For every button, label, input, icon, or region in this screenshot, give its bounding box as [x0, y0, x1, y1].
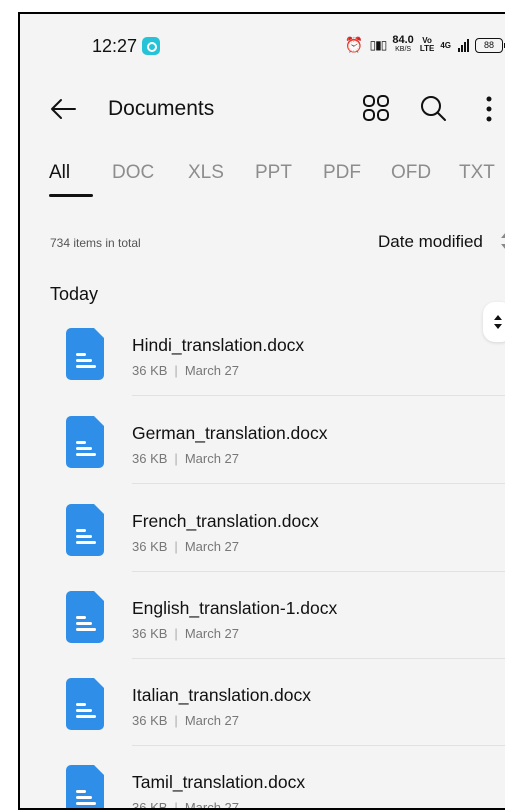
search-icon[interactable]	[418, 93, 448, 123]
file-meta: 36 KB | March 27	[132, 713, 239, 728]
network-speed: 84.0 KB/S	[392, 34, 414, 54]
sort-button[interactable]: Date modified	[378, 232, 483, 252]
more-options-icon[interactable]	[482, 94, 496, 124]
meta-separator: |	[174, 626, 178, 641]
items-total-count: 734 items in total	[50, 236, 141, 250]
file-date: March 27	[184, 539, 240, 554]
battery-icon: 88	[475, 37, 505, 53]
file-meta: 36 KB | March 27	[132, 451, 239, 466]
app-notification-icon	[142, 37, 160, 55]
sort-order-icon[interactable]	[500, 230, 505, 252]
file-list-item[interactable]: Hindi_translation.docx 36 KB | March 27	[20, 310, 505, 396]
tab-all[interactable]: All	[49, 162, 70, 184]
file-date: March 27	[184, 626, 240, 641]
tab-txt[interactable]: TXT	[459, 162, 495, 184]
file-name: English_translation-1.docx	[132, 598, 338, 618]
file-list-item[interactable]: German_translation.docx 36 KB | March 27	[20, 398, 505, 484]
status-icons: ⏰ ▯▮▯ 84.0 KB/S Vo LTE 4G 88	[344, 34, 505, 56]
file-size: 36 KB	[132, 539, 168, 554]
file-name: Hindi_translation.docx	[132, 335, 305, 355]
row-divider	[132, 395, 505, 396]
network-type: 4G	[440, 40, 451, 50]
meta-separator: |	[174, 451, 178, 466]
docx-file-icon	[66, 765, 104, 808]
file-date: March 27	[184, 363, 240, 378]
signal-icon	[458, 38, 469, 52]
file-size: 36 KB	[132, 626, 168, 641]
file-list-item[interactable]: English_translation-1.docx 36 KB | March 2…	[20, 573, 505, 659]
app-toolbar: Documents	[20, 84, 505, 134]
back-arrow-icon[interactable]	[48, 94, 78, 124]
row-divider	[132, 745, 505, 746]
docx-file-icon	[66, 678, 104, 730]
docx-file-icon	[66, 591, 104, 643]
page-title: Documents	[108, 97, 215, 120]
file-size: 36 KB	[132, 363, 168, 378]
file-name: Tamil_translation.docx	[132, 772, 306, 792]
grid-view-icon[interactable]	[362, 94, 390, 122]
tab-ppt[interactable]: PPT	[255, 162, 292, 184]
section-title-today: Today	[50, 284, 99, 304]
row-divider	[132, 571, 505, 572]
tab-ofd[interactable]: OFD	[391, 162, 431, 184]
volte-icon: Vo LTE	[420, 37, 435, 53]
file-list-item[interactable]: Italian_translation.docx 36 KB | March 27	[20, 660, 505, 746]
status-bar: 12:27 ⏰ ▯▮▯ 84.0 KB/S Vo LTE 4G 88	[20, 14, 505, 74]
file-date: March 27	[184, 713, 240, 728]
file-manager-screen: 12:27 ⏰ ▯▮▯ 84.0 KB/S Vo LTE 4G 88 Docum…	[18, 12, 505, 810]
file-size: 36 KB	[132, 451, 168, 466]
alarm-icon: ⏰	[344, 37, 364, 54]
active-tab-indicator	[49, 194, 93, 197]
file-list-item[interactable]: French_translation.docx 36 KB | March 27	[20, 486, 505, 572]
file-meta: 36 KB | March 27	[132, 539, 239, 554]
tab-doc[interactable]: DOC	[112, 162, 154, 184]
status-time: 12:27	[92, 36, 138, 56]
network-speed-unit: KB/S	[395, 46, 412, 53]
meta-separator: |	[174, 539, 178, 554]
docx-file-icon	[66, 504, 104, 556]
meta-separator: |	[174, 713, 178, 728]
docx-file-icon	[66, 328, 104, 380]
tab-pdf[interactable]: PDF	[323, 162, 361, 184]
file-name: Italian_translation.docx	[132, 685, 311, 705]
battery-level: 88	[483, 39, 494, 50]
file-meta: 36 KB | March 27	[132, 626, 239, 641]
file-list-item[interactable]: Tamil_translation.docx 36 KB | March 27	[20, 747, 505, 808]
vibrate-icon: ▯▮▯	[369, 38, 388, 52]
file-date: March 27	[184, 451, 240, 466]
meta-separator: |	[174, 363, 178, 378]
file-name: French_translation.docx	[132, 511, 319, 531]
docx-file-icon	[66, 416, 104, 468]
network-speed-value: 84.0	[392, 34, 414, 46]
tab-xls[interactable]: XLS	[188, 162, 224, 184]
file-meta: 36 KB | March 27	[132, 363, 239, 378]
file-name: German_translation.docx	[132, 423, 328, 443]
volte-bottom: LTE	[419, 44, 435, 53]
file-size: 36 KB	[132, 713, 168, 728]
row-divider	[132, 483, 505, 484]
row-divider	[132, 658, 505, 659]
file-type-tabs: All DOC XLS PPT PDF OFD TXT	[20, 154, 505, 206]
